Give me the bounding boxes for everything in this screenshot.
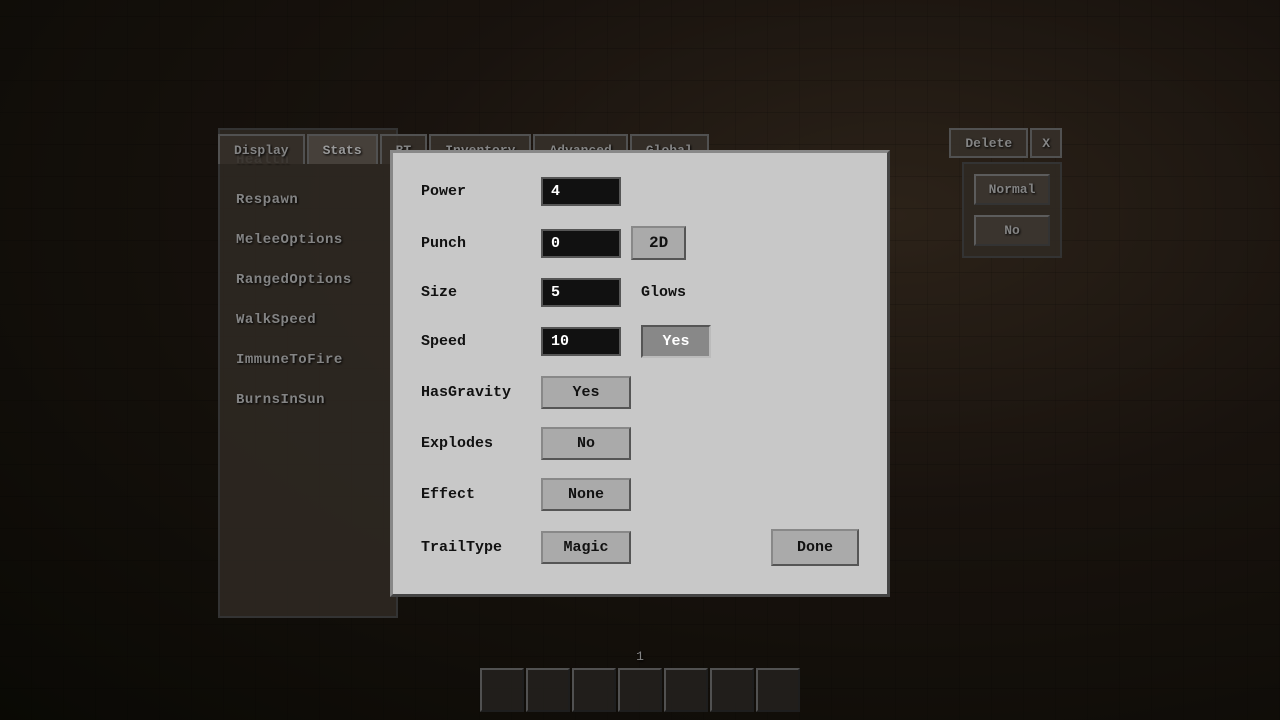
glows-group: Glows	[641, 284, 751, 301]
power-input[interactable]	[541, 177, 621, 206]
has-gravity-label: HasGravity	[421, 384, 531, 401]
done-button[interactable]: Done	[771, 529, 859, 566]
size-input[interactable]	[541, 278, 621, 307]
size-label: Size	[421, 284, 531, 301]
dialog: Power Punch 2D Size Glows Speed	[390, 150, 890, 597]
punch-group: Punch 2D	[421, 226, 686, 260]
row-explodes: Explodes No	[421, 427, 859, 460]
explodes-button[interactable]: No	[541, 427, 631, 460]
glows-btn-group: Yes	[641, 325, 711, 358]
row-speed-glows-btn: Speed Yes	[421, 325, 859, 358]
effect-button[interactable]: None	[541, 478, 631, 511]
row-trail-done: TrailType Magic Done	[421, 529, 859, 566]
speed-input[interactable]	[541, 327, 621, 356]
row-size-glows: Size Glows	[421, 278, 859, 307]
punch-label: Punch	[421, 235, 531, 252]
size-group: Size	[421, 278, 621, 307]
row-has-gravity: HasGravity Yes	[421, 376, 859, 409]
punch-2d-button[interactable]: 2D	[631, 226, 686, 260]
trail-group: TrailType Magic	[421, 531, 631, 564]
has-gravity-button[interactable]: Yes	[541, 376, 631, 409]
row-effect: Effect None	[421, 478, 859, 511]
trail-type-label: TrailType	[421, 539, 531, 556]
effect-label: Effect	[421, 486, 531, 503]
power-label: Power	[421, 183, 531, 200]
dialog-overlay: Power Punch 2D Size Glows Speed	[0, 0, 1280, 720]
power-group: Power	[421, 177, 621, 206]
speed-group: Speed	[421, 327, 621, 356]
explodes-label: Explodes	[421, 435, 531, 452]
glows-yes-button[interactable]: Yes	[641, 325, 711, 358]
row-power-punch: Power Punch 2D	[421, 177, 859, 260]
punch-input[interactable]	[541, 229, 621, 258]
glows-label: Glows	[641, 284, 751, 301]
trail-type-button[interactable]: Magic	[541, 531, 631, 564]
speed-label: Speed	[421, 333, 531, 350]
